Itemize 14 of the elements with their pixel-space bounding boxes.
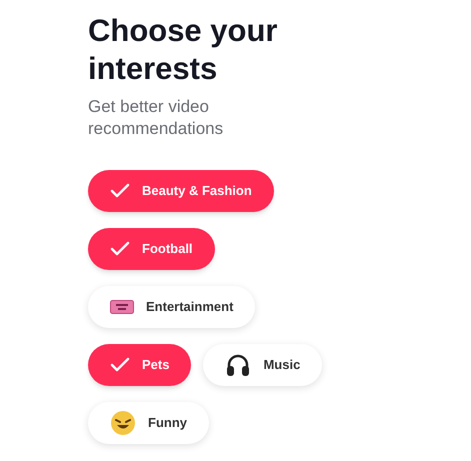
interest-chip[interactable]: Music [203,344,322,386]
page-subtitle: Get better video recommendations [88,96,224,140]
interest-chip[interactable]: Funny [88,402,209,444]
interest-chip[interactable]: Entertainment [88,286,256,328]
interest-chip[interactable]: Beauty & Fashion [88,170,274,212]
laughing-emoji-icon [110,410,136,436]
check-icon [110,183,130,199]
page-title: Choose your interests [88,12,278,88]
headphones-icon [225,352,252,378]
check-icon [110,241,130,257]
ticket-icon [110,300,134,314]
interest-chip[interactable]: Pets [88,344,192,386]
interest-chip[interactable]: Football [88,228,215,270]
check-icon [110,357,130,373]
